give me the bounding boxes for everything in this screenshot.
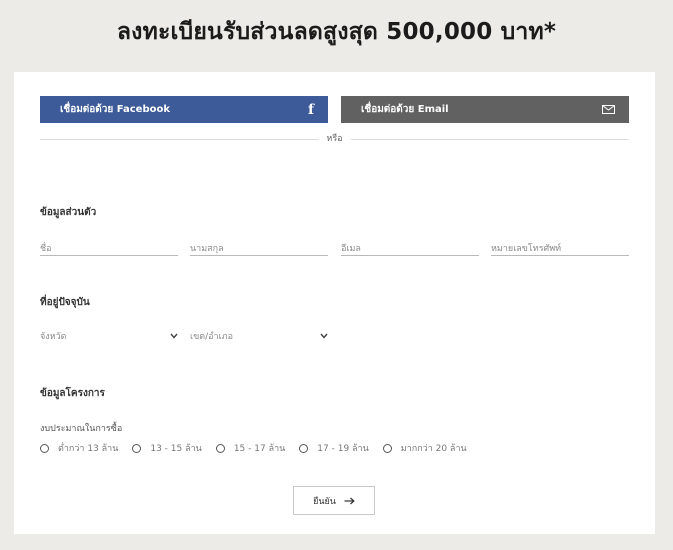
arrow-right-icon: [344, 497, 355, 505]
page-title: ลงทะเบียนรับส่วนลดสูงสุด 500,000 บาท*: [116, 19, 557, 45]
budget-option-15-17[interactable]: 15 - 17 ล้าน: [215, 441, 286, 455]
submit-button[interactable]: ยืนยัน: [293, 486, 375, 515]
chevron-down-icon: [320, 333, 328, 339]
first-name-input[interactable]: [40, 240, 178, 258]
budget-option-over-20[interactable]: มากกว่า 20 ล้าน: [382, 441, 467, 455]
email-input[interactable]: [341, 240, 479, 258]
radio-button[interactable]: [382, 443, 392, 453]
budget-label: งบประมาณในการซื้อ: [40, 424, 123, 434]
province-select-label: จังหวัด: [40, 332, 67, 342]
budget-radio-group: ต่ำกว่า 13 ล้าน 13 - 15 ล้าน 15 - 17 ล้า…: [40, 441, 481, 455]
radio-label: มากกว่า 20 ล้าน: [400, 444, 467, 454]
chevron-down-icon: [170, 333, 178, 339]
facebook-connect-button[interactable]: เชื่อมต่อด้วย Facebook f: [40, 96, 328, 123]
email-connect-label: เชื่อมต่อด้วย Email: [361, 104, 449, 115]
personal-info-heading: ข้อมูลส่วนตัว: [40, 207, 97, 218]
phone-field[interactable]: [491, 236, 629, 258]
email-connect-button[interactable]: เชื่อมต่อด้วย Email: [341, 96, 629, 123]
district-select-label: เขต/อำเภอ: [190, 332, 233, 342]
radio-button[interactable]: [299, 443, 309, 453]
address-heading: ที่อยู่ปัจจุบัน: [40, 297, 90, 308]
first-name-field[interactable]: [40, 236, 178, 258]
or-divider: หรือ: [40, 132, 629, 146]
submit-label: ยืนยัน: [313, 496, 336, 507]
registration-form: เชื่อมต่อด้วย Facebook f เชื่อมต่อด้วย E…: [14, 72, 655, 534]
province-select[interactable]: จังหวัด: [40, 327, 178, 345]
email-field[interactable]: [341, 236, 479, 258]
last-name-field[interactable]: [190, 236, 328, 258]
facebook-icon: f: [307, 101, 314, 118]
divider-text: หรือ: [318, 132, 351, 146]
radio-button[interactable]: [40, 443, 49, 453]
radio-label: 15 - 17 ล้าน: [233, 444, 286, 454]
envelope-icon: [602, 105, 615, 114]
budget-option-13-15[interactable]: 13 - 15 ล้าน: [132, 441, 202, 455]
radio-label: ต่ำกว่า 13 ล้าน: [58, 444, 119, 454]
phone-input[interactable]: [491, 240, 629, 258]
radio-label: 13 - 15 ล้าน: [150, 444, 202, 454]
project-info-heading: ข้อมูลโครงการ: [40, 388, 105, 399]
district-select[interactable]: เขต/อำเภอ: [190, 327, 328, 345]
radio-button[interactable]: [215, 443, 225, 453]
radio-label: 17 - 19 ล้าน: [317, 444, 369, 454]
radio-button[interactable]: [132, 443, 142, 453]
last-name-input[interactable]: [190, 240, 328, 258]
budget-option-17-19[interactable]: 17 - 19 ล้าน: [299, 441, 369, 455]
budget-option-under-13[interactable]: ต่ำกว่า 13 ล้าน: [40, 441, 118, 455]
facebook-connect-label: เชื่อมต่อด้วย Facebook: [60, 104, 171, 115]
